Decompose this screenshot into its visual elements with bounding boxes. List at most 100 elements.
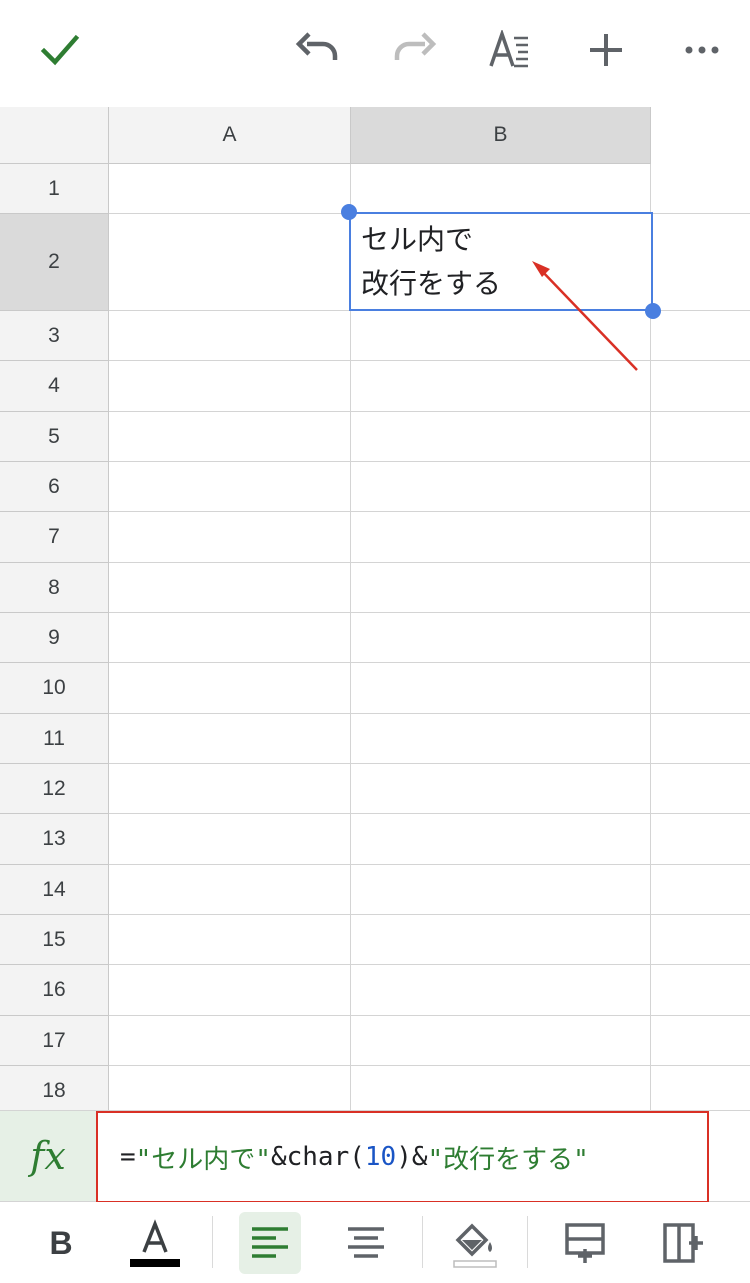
cell-b14[interactable] bbox=[351, 865, 651, 915]
selection-handle-top-left[interactable] bbox=[341, 204, 357, 220]
cell-b2-line-1: セル内で bbox=[361, 223, 474, 256]
cell-c9[interactable] bbox=[651, 613, 750, 663]
row-header-12[interactable]: 12 bbox=[0, 764, 109, 814]
formula-number: 10 bbox=[364, 1142, 397, 1172]
cell-a17[interactable] bbox=[109, 1016, 351, 1066]
plus-icon[interactable] bbox=[578, 22, 634, 78]
row-header-9[interactable]: 9 bbox=[0, 613, 109, 663]
cell-c6[interactable] bbox=[651, 462, 750, 512]
cell-a11[interactable] bbox=[109, 714, 351, 764]
cell-a4[interactable] bbox=[109, 361, 351, 412]
cell-b10[interactable] bbox=[351, 663, 651, 714]
cell-c2[interactable] bbox=[651, 214, 750, 311]
cell-b6[interactable] bbox=[351, 462, 651, 512]
row-header-13[interactable]: 13 bbox=[0, 814, 109, 865]
cell-c8[interactable] bbox=[651, 563, 750, 613]
cell-a5[interactable] bbox=[109, 412, 351, 462]
cell-c14[interactable] bbox=[651, 865, 750, 915]
cell-c3[interactable] bbox=[651, 311, 750, 361]
cell-c7[interactable] bbox=[651, 512, 750, 563]
cell-b15[interactable] bbox=[351, 915, 651, 965]
cell-b8[interactable] bbox=[351, 563, 651, 613]
align-center-icon[interactable] bbox=[335, 1212, 397, 1274]
row-header-8[interactable]: 8 bbox=[0, 563, 109, 613]
cell-c18[interactable] bbox=[651, 1066, 750, 1110]
row-header-4[interactable]: 4 bbox=[0, 361, 109, 412]
cell-a1[interactable] bbox=[109, 164, 351, 214]
cell-c13[interactable] bbox=[651, 814, 750, 865]
toolbar-divider bbox=[212, 1216, 213, 1268]
cell-b12[interactable] bbox=[351, 764, 651, 814]
toolbar-divider bbox=[422, 1216, 423, 1268]
row-header-2[interactable]: 2 bbox=[0, 214, 109, 311]
cell-c15[interactable] bbox=[651, 915, 750, 965]
check-icon[interactable] bbox=[32, 22, 88, 78]
row-header-17[interactable]: 17 bbox=[0, 1016, 109, 1066]
cell-a6[interactable] bbox=[109, 462, 351, 512]
formula-eq: = bbox=[120, 1142, 136, 1172]
cell-b2-line-2: 改行をする bbox=[361, 267, 502, 300]
cell-a10[interactable] bbox=[109, 663, 351, 714]
cell-c17[interactable] bbox=[651, 1016, 750, 1066]
row-header-1[interactable]: 1 bbox=[0, 164, 109, 214]
cell-c10[interactable] bbox=[651, 663, 750, 714]
cell-a18[interactable] bbox=[109, 1066, 351, 1110]
bold-icon[interactable]: B bbox=[30, 1212, 92, 1274]
cell-a7[interactable] bbox=[109, 512, 351, 563]
cell-c1[interactable] bbox=[651, 164, 750, 214]
cell-b17[interactable] bbox=[351, 1016, 651, 1066]
align-left-icon[interactable] bbox=[239, 1212, 301, 1274]
formula-char-open: &char( bbox=[270, 1142, 365, 1172]
cell-a15[interactable] bbox=[109, 915, 351, 965]
text-color-icon[interactable] bbox=[124, 1212, 186, 1274]
row-header-11[interactable]: 11 bbox=[0, 714, 109, 764]
column-header-b[interactable]: B bbox=[351, 107, 651, 164]
redo-icon[interactable] bbox=[386, 22, 442, 78]
insert-column-icon[interactable] bbox=[652, 1212, 714, 1274]
row-header-16[interactable]: 16 bbox=[0, 965, 109, 1016]
row-header-18[interactable]: 18 bbox=[0, 1066, 109, 1110]
toolbar-divider bbox=[527, 1216, 528, 1268]
cell-a9[interactable] bbox=[109, 613, 351, 663]
cell-a16[interactable] bbox=[109, 965, 351, 1016]
row-header-6[interactable]: 6 bbox=[0, 462, 109, 512]
formula-char-close: )& bbox=[396, 1142, 428, 1172]
row-header-5[interactable]: 5 bbox=[0, 412, 109, 462]
spreadsheet-grid: A B 1 2 3 4 5 6 7 8 9 10 11 12 13 14 15 … bbox=[0, 107, 750, 1110]
row-header-14[interactable]: 14 bbox=[0, 865, 109, 915]
cell-c5[interactable] bbox=[651, 412, 750, 462]
row-header-7[interactable]: 7 bbox=[0, 512, 109, 563]
fill-color-icon[interactable] bbox=[444, 1212, 506, 1274]
cell-a8[interactable] bbox=[109, 563, 351, 613]
cell-b18[interactable] bbox=[351, 1066, 651, 1110]
text-format-icon[interactable] bbox=[482, 22, 538, 78]
more-icon[interactable] bbox=[674, 22, 730, 78]
cell-a12[interactable] bbox=[109, 764, 351, 814]
cell-b1[interactable] bbox=[351, 164, 651, 214]
cell-c16[interactable] bbox=[651, 965, 750, 1016]
cell-b9[interactable] bbox=[351, 613, 651, 663]
cell-b16[interactable] bbox=[351, 965, 651, 1016]
cell-a13[interactable] bbox=[109, 814, 351, 865]
column-header-empty bbox=[651, 107, 750, 164]
cell-b5[interactable] bbox=[351, 412, 651, 462]
undo-icon[interactable] bbox=[290, 22, 346, 78]
cell-a14[interactable] bbox=[109, 865, 351, 915]
cell-b13[interactable] bbox=[351, 814, 651, 865]
fx-icon: fx bbox=[0, 1111, 96, 1201]
row-header-10[interactable]: 10 bbox=[0, 663, 109, 714]
cell-a2[interactable] bbox=[109, 214, 351, 311]
row-header-3[interactable]: 3 bbox=[0, 311, 109, 361]
cell-c4[interactable] bbox=[651, 361, 750, 412]
cell-c11[interactable] bbox=[651, 714, 750, 764]
insert-row-icon[interactable] bbox=[554, 1212, 616, 1274]
row-header-15[interactable]: 15 bbox=[0, 915, 109, 965]
column-header-a[interactable]: A bbox=[109, 107, 351, 164]
cell-b11[interactable] bbox=[351, 714, 651, 764]
cell-b2-content: セル内で 改行をする bbox=[361, 218, 501, 306]
cell-c12[interactable] bbox=[651, 764, 750, 814]
select-all-corner[interactable] bbox=[0, 107, 109, 164]
formula-input[interactable]: = "セル内で" &char( 10 )& "改行をする" bbox=[96, 1111, 709, 1203]
cell-a3[interactable] bbox=[109, 311, 351, 361]
cell-b7[interactable] bbox=[351, 512, 651, 563]
